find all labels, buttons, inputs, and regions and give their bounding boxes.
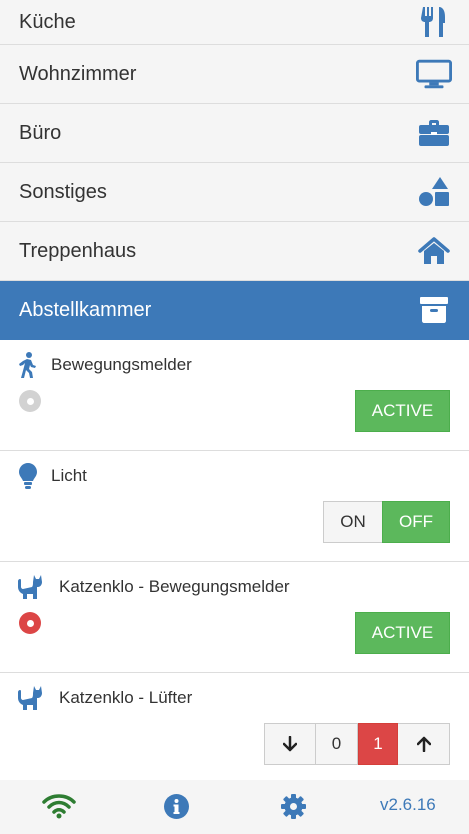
wifi-icon[interactable] bbox=[42, 793, 76, 819]
device-katzenklo-luefter: Katzenklo - Lüfter 0 1 bbox=[0, 673, 469, 783]
room-buero[interactable]: Büro bbox=[0, 104, 469, 163]
shapes-icon bbox=[416, 174, 452, 210]
device-name: Bewegungsmelder bbox=[51, 355, 192, 374]
active-button[interactable]: ACTIVE bbox=[355, 390, 450, 432]
device-licht: Licht ON OFF bbox=[0, 451, 469, 562]
decrease-button[interactable] bbox=[264, 723, 316, 765]
on-button[interactable]: ON bbox=[323, 501, 382, 543]
on-off-toggle: ON OFF bbox=[323, 501, 450, 543]
level-1-button[interactable]: 1 bbox=[358, 723, 398, 765]
room-wohnzimmer[interactable]: Wohnzimmer bbox=[0, 45, 469, 104]
room-label: Küche bbox=[19, 10, 76, 33]
device-name: Katzenklo - Lüfter bbox=[59, 688, 193, 707]
version-label: v2.6.16 bbox=[380, 795, 436, 814]
utensils-icon bbox=[416, 4, 452, 40]
room-kueche[interactable]: Küche bbox=[0, 0, 469, 45]
archive-icon bbox=[416, 292, 452, 328]
increase-button[interactable] bbox=[398, 723, 450, 765]
status-indicator bbox=[19, 612, 41, 634]
room-label: Wohnzimmer bbox=[19, 62, 137, 85]
room-abstellkammer[interactable]: Abstellkammer bbox=[0, 281, 469, 340]
device-name: Katzenklo - Bewegungsmelder bbox=[59, 577, 290, 596]
cat-icon bbox=[17, 686, 43, 710]
lightbulb-icon bbox=[17, 463, 39, 489]
level-0-button[interactable]: 0 bbox=[316, 723, 358, 765]
footer-bar: v2.6.16 bbox=[0, 780, 469, 834]
device-list: Bewegungsmelder ACTIVE Licht ON OFF Katz… bbox=[0, 340, 469, 783]
info-icon[interactable] bbox=[164, 794, 189, 819]
active-button[interactable]: ACTIVE bbox=[355, 612, 450, 654]
briefcase-icon bbox=[416, 115, 452, 151]
room-sonstiges[interactable]: Sonstiges bbox=[0, 163, 469, 222]
device-bewegungsmelder: Bewegungsmelder ACTIVE bbox=[0, 340, 469, 451]
arrow-up-icon bbox=[416, 736, 431, 752]
room-treppenhaus[interactable]: Treppenhaus bbox=[0, 222, 469, 281]
device-katzenklo-bewegungsmelder: Katzenklo - Bewegungsmelder ACTIVE bbox=[0, 562, 469, 673]
room-label: Büro bbox=[19, 121, 62, 144]
gear-icon[interactable] bbox=[281, 794, 306, 819]
device-name: Licht bbox=[51, 466, 87, 485]
room-label: Abstellkammer bbox=[19, 298, 152, 321]
room-list: Küche Wohnzimmer Büro Sonstiges Treppenh… bbox=[0, 0, 469, 340]
cat-icon bbox=[17, 575, 43, 599]
arrow-down-icon bbox=[283, 736, 297, 752]
home-icon bbox=[416, 233, 452, 269]
room-label: Treppenhaus bbox=[19, 239, 137, 262]
walking-person-icon bbox=[17, 352, 39, 378]
off-button[interactable]: OFF bbox=[382, 501, 450, 543]
room-label: Sonstiges bbox=[19, 180, 107, 203]
status-indicator bbox=[19, 390, 41, 412]
fan-level-stepper: 0 1 bbox=[264, 723, 450, 765]
monitor-icon bbox=[416, 56, 452, 92]
